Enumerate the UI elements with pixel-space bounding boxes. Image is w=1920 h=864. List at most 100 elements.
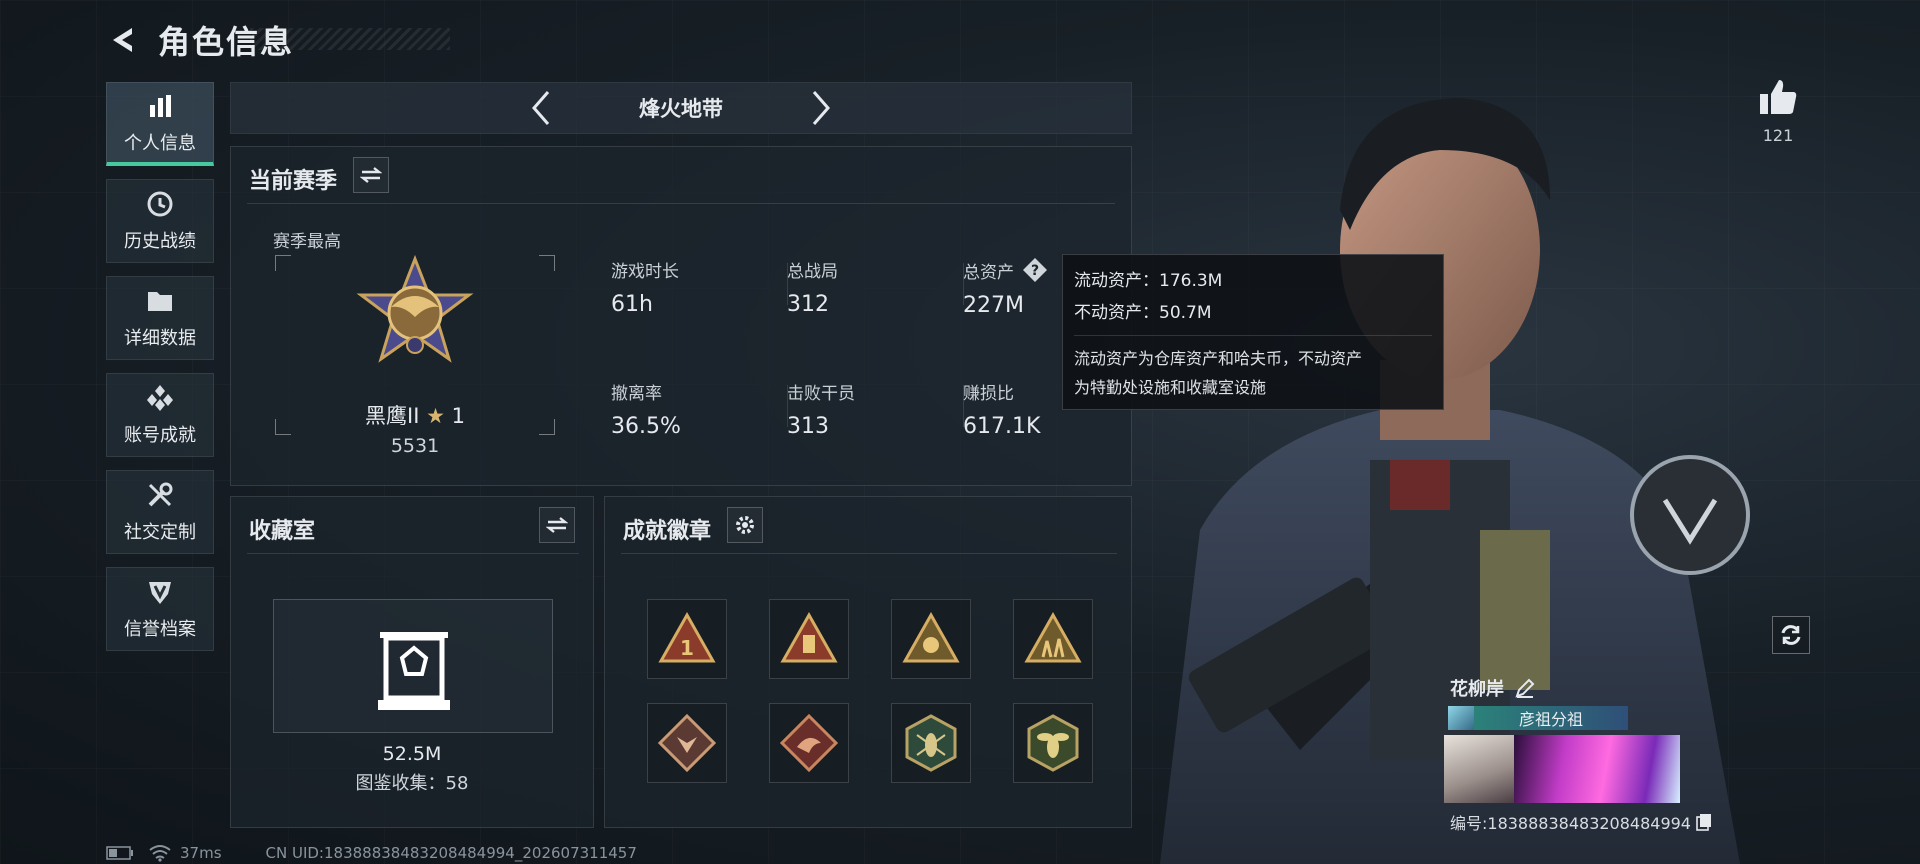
battery-icon: [106, 846, 133, 860]
badge-hexagon-hornet[interactable]: [891, 703, 971, 783]
hexagon-hornet-badge-icon: [905, 714, 957, 772]
group-name: 彦祖分祖: [1518, 710, 1583, 729]
bar-chart-icon: [145, 91, 175, 121]
avatar-portrait: [1444, 735, 1514, 803]
tooltip-fixed-assets: 不动资产：50.7M: [1074, 303, 1212, 323]
uid-text: CN UID:18388838483208484994_202607311457: [265, 844, 637, 862]
sidebar-item-reputation[interactable]: 信誉档案: [106, 567, 214, 651]
stat-label: 总战局: [787, 262, 838, 282]
copy-icon[interactable]: [1695, 813, 1713, 831]
sidebar-item-label: 历史战绩: [124, 231, 196, 252]
triangle-skull-badge-icon: [902, 611, 960, 663]
collection-showcase[interactable]: [273, 599, 553, 733]
group-avatar: [1448, 706, 1474, 730]
assets-tooltip: 流动资产：176.3M 不动资产：50.7M 流动资产为仓库资产和哈夫币，不动资…: [1062, 254, 1444, 410]
tooltip-liquid-assets: 流动资产：176.3M: [1074, 271, 1223, 291]
help-icon[interactable]: ?: [1022, 257, 1048, 283]
sidebar-item-personal-info[interactable]: 个人信息: [106, 82, 214, 166]
sidebar-item-achievements[interactable]: 账号成就: [106, 373, 214, 457]
sidebar-item-label: 详细数据: [124, 328, 196, 349]
player-card-banner[interactable]: [1444, 735, 1680, 803]
diamond-dragon-badge-icon: [779, 713, 839, 773]
divider: [247, 553, 579, 554]
stat-label: 击败干员: [787, 384, 855, 404]
wifi-icon: [149, 845, 171, 862]
player-id-row: 编号:18388838483208484994: [1450, 810, 1713, 834]
sidebar-item-label: 个人信息: [124, 132, 196, 154]
stat-play-time: 游戏时长 61h: [611, 257, 761, 317]
badges-panel: 成就徽章 1: [604, 496, 1132, 828]
badge-triangle-1[interactable]: 1: [647, 599, 727, 679]
diamond-wolf-badge-icon: [657, 713, 717, 773]
sidebar: 个人信息 历史战绩 详细数据 账号成就 社交定制 信誉档案: [106, 82, 214, 664]
name-card-art: [1514, 735, 1680, 803]
player-id: 编号:18388838483208484994: [1450, 814, 1691, 833]
stat-label: 撤离率: [611, 384, 662, 404]
badges-title: 成就徽章: [623, 519, 712, 544]
stat-value: 313: [787, 414, 829, 439]
refresh-button[interactable]: [1772, 616, 1810, 654]
mode-name: 烽火地带: [639, 97, 723, 121]
sidebar-item-history[interactable]: 历史战绩: [106, 179, 214, 263]
season-panel: 当前赛季 赛季最高 黑鹰II ★ 1 5531 游戏时长 61h 总战局 312…: [230, 146, 1132, 486]
sidebar-item-label: 账号成就: [124, 425, 196, 446]
triangle-canister-badge-icon: [780, 611, 838, 663]
season-best-label: 赛季最高: [273, 232, 341, 252]
back-arrow-icon: [113, 28, 132, 52]
collection-value: 52.5M: [382, 743, 442, 765]
rank-name: 黑鹰II: [365, 404, 420, 428]
collection-panel: 收藏室 52.5M 图鉴收集：58: [230, 496, 594, 828]
sidebar-item-label: 信誉档案: [124, 619, 196, 640]
sidebar-item-detail-data[interactable]: 详细数据: [106, 276, 214, 360]
divider: [621, 553, 1117, 554]
badges-settings-button[interactable]: [727, 507, 763, 543]
tooltip-divider: [1074, 335, 1432, 336]
swap-icon: [360, 167, 382, 183]
like-button[interactable]: 121: [1752, 78, 1804, 145]
clock-icon: [145, 189, 175, 219]
badge-hexagon-wasp[interactable]: [1013, 703, 1093, 783]
badge-triangle-canister[interactable]: [769, 599, 849, 679]
rank-emblem-icon: [356, 255, 474, 363]
collection-switch-button[interactable]: [539, 507, 575, 543]
stat-label: 游戏时长: [611, 262, 679, 282]
rank-star-icon: ★: [426, 404, 445, 428]
badge-diamond-wolf[interactable]: [647, 703, 727, 783]
edit-pencil-icon[interactable]: [1514, 677, 1536, 699]
stat-value: 36.5%: [611, 414, 681, 439]
mode-prev-button[interactable]: [521, 86, 561, 130]
triangle-1-badge-icon: 1: [658, 611, 716, 663]
chevron-right-icon: [812, 91, 830, 125]
tooltip-description-line1: 流动资产为仓库资产和哈夫币，不动资产: [1074, 349, 1363, 368]
rank-name-row: 黑鹰II ★ 1: [275, 400, 555, 430]
swap-icon: [546, 517, 568, 533]
stat-total-matches: 总战局 312: [787, 257, 937, 317]
season-title: 当前赛季: [249, 169, 338, 194]
stat-value: 312: [787, 292, 829, 317]
sidebar-item-social-custom[interactable]: 社交定制: [106, 470, 214, 554]
season-switch-button[interactable]: [353, 157, 389, 193]
badge-triangle-figures[interactable]: [1013, 599, 1093, 679]
mode-selector: 烽火地带: [230, 82, 1132, 134]
mode-next-button[interactable]: [801, 86, 841, 130]
badge-diamond-dragon[interactable]: [769, 703, 849, 783]
badge-triangle-skull[interactable]: [891, 599, 971, 679]
refresh-icon: [1781, 625, 1801, 645]
collection-catalog-count: 图鉴收集：58: [355, 773, 469, 794]
group-banner[interactable]: 彦祖分祖: [1448, 706, 1628, 730]
back-button[interactable]: [106, 23, 140, 57]
folder-icon: [145, 286, 175, 316]
chevron-left-icon: [532, 91, 550, 125]
hexagon-wasp-badge-icon: [1027, 714, 1079, 772]
achievement-icon: [145, 383, 175, 413]
svg-text:1: 1: [680, 636, 694, 660]
showcase-cabinet-icon: [378, 632, 450, 710]
svg-text:?: ?: [1031, 263, 1039, 279]
ping-value: 37ms: [180, 844, 222, 862]
rank-stars: 1: [451, 404, 465, 428]
shield-icon: [145, 577, 175, 607]
tools-icon: [145, 480, 175, 510]
character-illustration: [1160, 98, 1750, 864]
title-decoration: [250, 28, 450, 50]
status-footer: 37ms CN UID:18388838483208484994_2026073…: [106, 844, 637, 862]
